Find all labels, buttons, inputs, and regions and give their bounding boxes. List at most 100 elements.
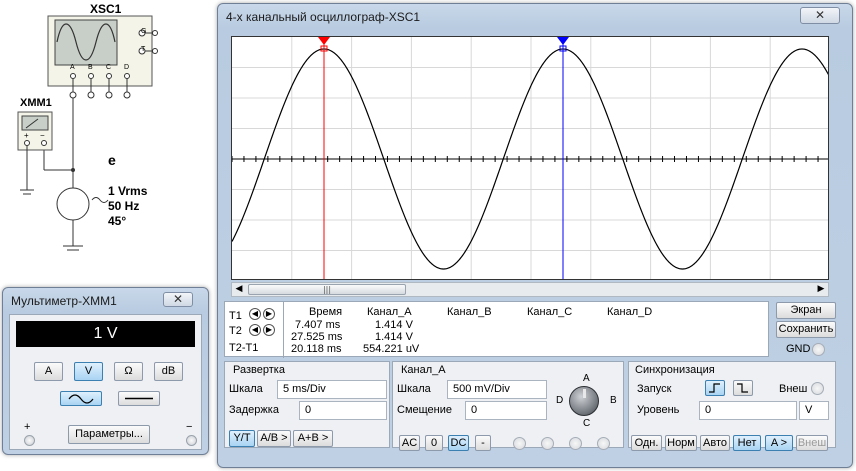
oscilloscope-close-button[interactable]: ✕ — [800, 7, 840, 24]
scope-scrollbar[interactable]: ◀ ||| ▶ — [231, 282, 829, 297]
trigger-none-label: Нет — [737, 437, 757, 449]
sine-wave-icon — [68, 394, 94, 404]
coupling-minus-button[interactable]: - — [475, 435, 491, 451]
rising-edge-button[interactable] — [705, 380, 725, 396]
oscilloscope-window: 4-х канальный осциллограф-XSC1 ✕ ◀ ||| ▶… — [217, 3, 853, 468]
multimeter-display: 1 V — [16, 321, 195, 347]
scope-pin-b: B — [88, 64, 93, 71]
mode-voltmeter-button[interactable]: V — [74, 362, 103, 381]
offset-input[interactable]: 0 — [465, 401, 547, 420]
trigger-external-button[interactable]: Внеш — [796, 435, 828, 451]
channel-radio-4[interactable] — [597, 437, 610, 450]
falling-edge-button[interactable] — [733, 380, 753, 396]
mode-ohmmeter-label: Ω — [124, 365, 133, 377]
gnd-radio[interactable] — [812, 343, 825, 356]
timebase-scale-label: Шкала — [229, 383, 263, 395]
scope-pin-t: T — [141, 46, 146, 53]
meter-pin-minus: − — [40, 131, 45, 140]
ac-mode-button[interactable] — [60, 391, 102, 406]
multimeter-panel: 1 V A V Ω dB Параметры... + − — [9, 314, 202, 450]
t1-left-arrow[interactable]: ◀ — [249, 308, 261, 320]
schematic-area: XSC1 XMM1 e 1 Vrms 50 Hz 45° G T A B C D… — [0, 0, 215, 290]
t1-channel-a-value: 1.414 V — [375, 319, 413, 331]
mode-ab-label: A/B > — [260, 432, 288, 444]
scroll-right-button[interactable]: ▶ — [814, 283, 828, 296]
trigger-source-a-label: A > — [770, 437, 788, 449]
plus-terminal[interactable] — [24, 435, 35, 446]
trigger-title: Синхронизация — [635, 364, 715, 376]
trigger-single-button[interactable]: Одн. — [631, 435, 662, 451]
mode-ohmmeter-button[interactable]: Ω — [114, 362, 143, 381]
level-unit[interactable]: V — [799, 401, 829, 420]
header-channel-a: Канал_A — [367, 306, 412, 318]
trigger-none-button[interactable]: Нет — [733, 435, 761, 451]
knob-label-b: B — [610, 395, 617, 406]
t1-time-value: 7.407 ms — [295, 319, 341, 331]
meter-ref-label: XMM1 — [20, 97, 52, 109]
save-button[interactable]: Сохранить — [776, 321, 836, 338]
scope-pin-d: D — [124, 64, 130, 71]
row-label-t2: T2 — [229, 325, 242, 337]
mode-ammeter-label: A — [44, 365, 53, 377]
params-button[interactable]: Параметры... — [68, 425, 150, 444]
mode-a-plus-b-button[interactable]: A+B > — [293, 430, 333, 447]
mode-db-button[interactable]: dB — [154, 362, 183, 381]
launch-label: Запуск — [637, 383, 672, 395]
mode-yt-label: Y/T — [233, 432, 251, 444]
delay-input[interactable]: 0 — [299, 401, 387, 420]
channel-radio-3[interactable] — [569, 437, 582, 450]
header-channel-d: Канал_D — [607, 306, 653, 318]
trigger-auto-button[interactable]: Авто — [700, 435, 730, 451]
scrollbar-thumb[interactable]: ||| — [248, 284, 406, 295]
header-channel-b: Канал_B — [447, 306, 492, 318]
ac-source-symbol — [56, 187, 90, 221]
cursor-t2-handle[interactable] — [557, 37, 569, 45]
multimeter-title: Мультиметр-XMM1 — [11, 294, 117, 308]
cursor-readout-panel: T1 T2 T2-T1 ◀ ▶ ◀ ▶ Время Канал_A Канал_… — [224, 301, 769, 358]
params-label: Параметры... — [75, 428, 143, 440]
trigger-normal-button[interactable]: Норм — [665, 435, 697, 451]
t2-left-arrow[interactable]: ◀ — [249, 324, 261, 336]
scope-screen — [231, 36, 829, 280]
screen-button[interactable]: Экран — [776, 302, 836, 319]
channel-radio-2[interactable] — [541, 437, 554, 450]
mode-ammeter-button[interactable]: A — [34, 362, 63, 381]
coupling-zero-button[interactable]: 0 — [425, 435, 443, 451]
coupling-dc-button[interactable]: DC — [448, 435, 469, 451]
t1-right-arrow[interactable]: ▶ — [263, 308, 275, 320]
t2-right-arrow[interactable]: ▶ — [263, 324, 275, 336]
external-radio[interactable] — [811, 382, 824, 395]
trigger-source-a-button[interactable]: A > — [765, 435, 793, 451]
coupling-ac-button[interactable]: AC — [399, 435, 420, 451]
multimeter-close-button[interactable]: ✕ — [163, 292, 193, 307]
level-label: Уровень — [637, 404, 680, 416]
rising-edge-icon — [709, 383, 720, 393]
channel-scale-input[interactable]: 500 mV/Div — [447, 380, 547, 399]
plus-terminal-label: + — [24, 421, 31, 433]
scope-ref-label: XSC1 — [90, 2, 122, 16]
scroll-left-button[interactable]: ◀ — [232, 283, 246, 296]
mode-yt-button[interactable]: Y/T — [229, 430, 255, 447]
dc-mode-button[interactable] — [118, 391, 160, 406]
row-label-t1: T1 — [229, 310, 242, 322]
close-icon: ✕ — [814, 8, 826, 22]
coupling-dc-label: DC — [450, 437, 467, 449]
scope-pin-g: G — [141, 28, 147, 35]
channel-radio-1[interactable] — [513, 437, 526, 450]
source-value-label: 1 Vrms — [108, 184, 148, 198]
close-icon: ✕ — [172, 292, 184, 306]
source-freq-label: 50 Hz — [108, 199, 140, 213]
cursor-t1-handle[interactable] — [318, 37, 330, 45]
timebase-scale-input[interactable]: 5 ms/Div — [277, 380, 387, 399]
row-label-t2-t1: T2-T1 — [229, 342, 259, 354]
mode-voltmeter-label: V — [84, 365, 93, 377]
trigger-auto-label: Авто — [703, 437, 727, 449]
mode-ab-button[interactable]: A/B > — [257, 430, 291, 447]
multimeter-window: Мультиметр-XMM1 ✕ 1 V A V Ω dB Параметры… — [2, 287, 209, 455]
channel-selector-knob[interactable] — [569, 386, 599, 416]
mode-db-label: dB — [161, 365, 176, 377]
trigger-group: Синхронизация Запуск Внеш Уровень 0 V Од… — [628, 361, 836, 451]
level-input[interactable]: 0 — [699, 401, 797, 420]
header-time: Время — [309, 306, 343, 318]
minus-terminal[interactable] — [186, 435, 197, 446]
